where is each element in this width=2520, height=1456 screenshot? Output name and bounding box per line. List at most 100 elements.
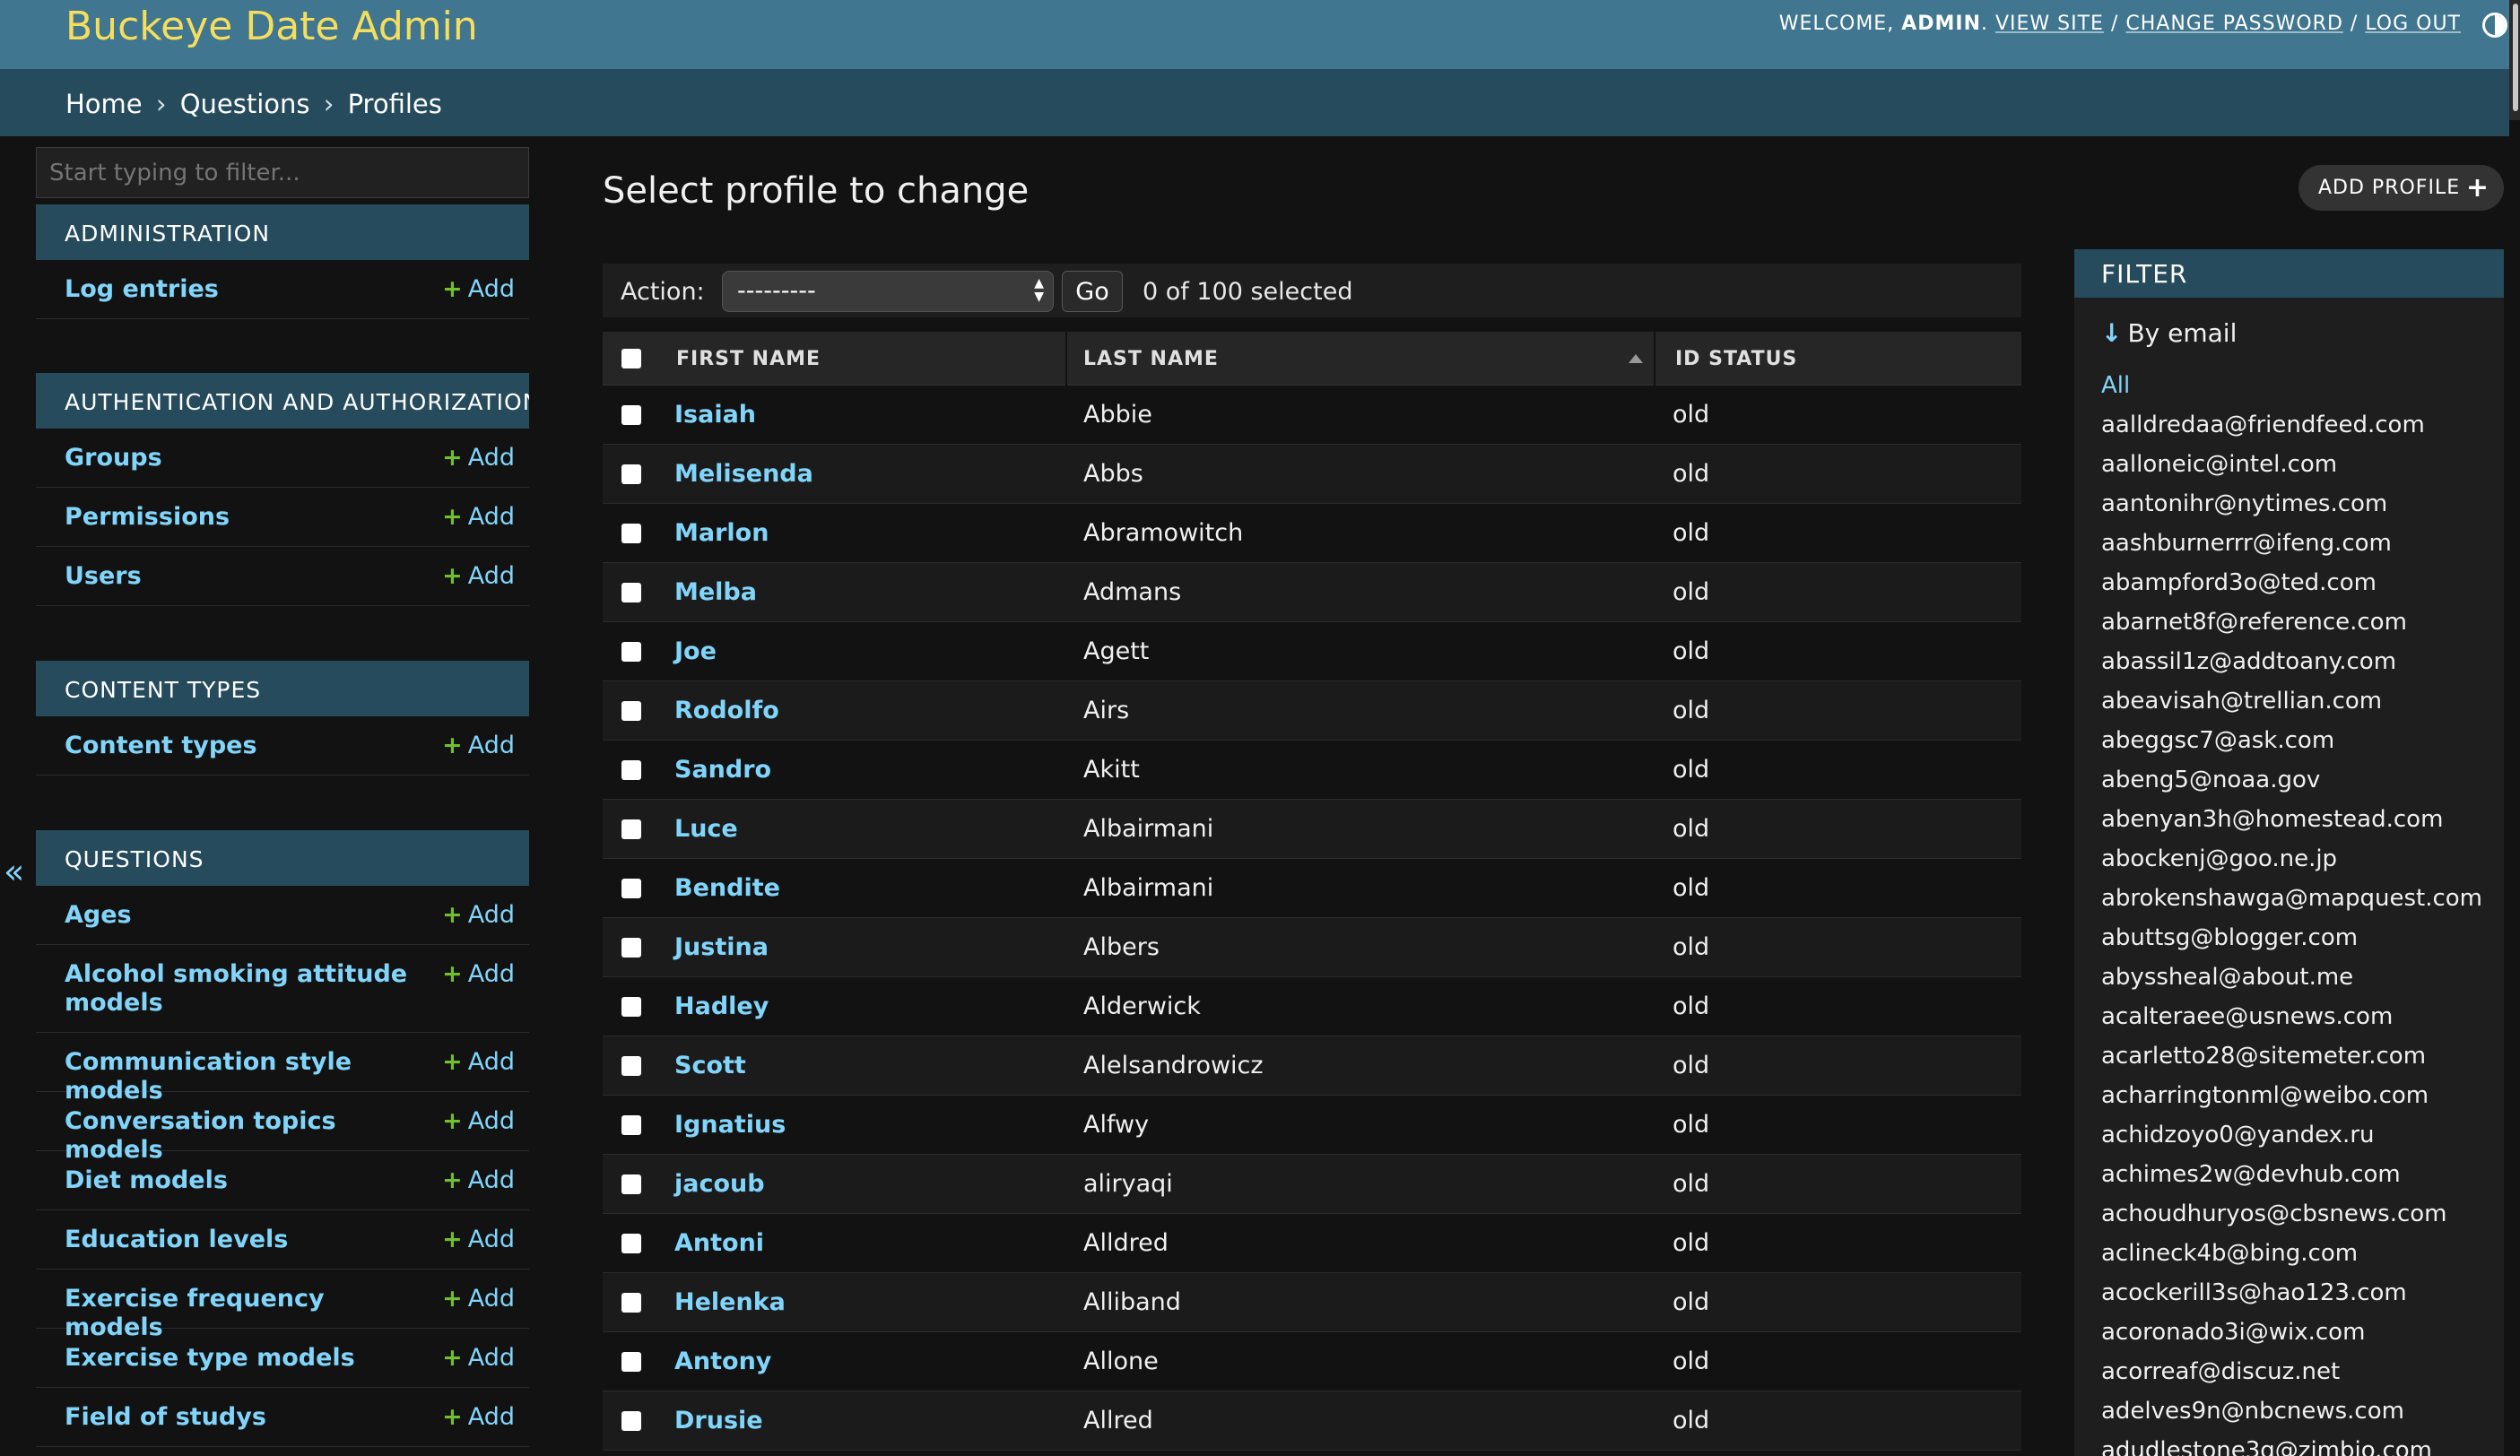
- sort-ascending-icon[interactable]: [1629, 354, 1643, 363]
- row-checkbox[interactable]: [621, 464, 641, 484]
- sidebar-model-link[interactable]: Permissions: [65, 503, 414, 532]
- row-checkbox[interactable]: [621, 1174, 641, 1194]
- first-name-link[interactable]: Antony: [674, 1348, 771, 1375]
- sidebar-add-link[interactable]: + Add: [442, 1344, 515, 1372]
- change-password-link[interactable]: CHANGE PASSWORD: [2125, 13, 2343, 35]
- filter-choice-email[interactable]: achimes2w@devhub.com: [2101, 1161, 2482, 1200]
- filter-choice-email[interactable]: aalldredaa@friendfeed.com: [2101, 412, 2482, 451]
- first-name-link[interactable]: Luce: [674, 815, 738, 843]
- filter-choice-email[interactable]: acorreaf@discuz.net: [2101, 1358, 2482, 1398]
- sidebar-add-link[interactable]: + Add: [442, 1285, 515, 1313]
- collapse-sidebar-icon[interactable]: «: [4, 852, 24, 891]
- filter-choice-email[interactable]: abeavisah@trellian.com: [2101, 688, 2482, 727]
- action-select[interactable]: --------- ▲ ▼: [722, 271, 1054, 312]
- log-out-link[interactable]: LOG OUT: [2365, 13, 2461, 35]
- sidebar-add-link[interactable]: + Add: [442, 901, 515, 929]
- filter-choice-email[interactable]: abampford3o@ted.com: [2101, 569, 2482, 609]
- row-checkbox[interactable]: [621, 997, 641, 1017]
- filter-choice-email[interactable]: abuttsg@blogger.com: [2101, 924, 2482, 964]
- sidebar-model-link[interactable]: Diet models: [65, 1166, 414, 1195]
- module-caption[interactable]: CONTENT TYPES: [36, 661, 529, 716]
- sidebar-add-link[interactable]: + Add: [442, 444, 515, 472]
- sidebar-add-link[interactable]: + Add: [442, 960, 515, 988]
- first-name-link[interactable]: Isaiah: [674, 401, 756, 429]
- first-name-link[interactable]: Joe: [674, 637, 717, 665]
- row-checkbox[interactable]: [621, 1293, 641, 1313]
- nav-filter-input[interactable]: [36, 147, 529, 198]
- first-name-link[interactable]: Bendite: [674, 874, 780, 902]
- module-caption[interactable]: QUESTIONS: [36, 830, 529, 886]
- filter-choice-email[interactable]: adelves9n@nbcnews.com: [2101, 1398, 2482, 1437]
- sidebar-add-link[interactable]: + Add: [442, 1226, 515, 1253]
- view-site-link[interactable]: VIEW SITE: [1995, 13, 2104, 35]
- filter-choice-all[interactable]: All: [2101, 372, 2482, 412]
- first-name-link[interactable]: Drusie: [674, 1407, 763, 1434]
- row-checkbox[interactable]: [621, 405, 641, 425]
- row-checkbox[interactable]: [621, 524, 641, 543]
- row-checkbox[interactable]: [621, 642, 641, 662]
- filter-choice-email[interactable]: abeng5@noaa.gov: [2101, 767, 2482, 806]
- sidebar-model-link[interactable]: Users: [65, 562, 414, 591]
- row-checkbox[interactable]: [621, 1115, 641, 1135]
- sidebar-model-link[interactable]: Field of studys: [65, 1403, 414, 1432]
- sidebar-add-link[interactable]: + Add: [442, 1166, 515, 1194]
- row-checkbox[interactable]: [621, 760, 641, 780]
- sidebar-add-link[interactable]: + Add: [442, 562, 515, 590]
- first-name-link[interactable]: Justina: [674, 933, 769, 961]
- first-name-link[interactable]: Scott: [674, 1052, 746, 1079]
- row-checkbox[interactable]: [621, 819, 641, 839]
- sidebar-add-link[interactable]: + Add: [442, 732, 515, 759]
- filter-choice-email[interactable]: abockenj@goo.ne.jp: [2101, 845, 2482, 885]
- first-name-link[interactable]: Ignatius: [674, 1111, 786, 1139]
- first-name-link[interactable]: Marlon: [674, 519, 769, 547]
- sidebar-model-link[interactable]: Ages: [65, 901, 414, 930]
- breadcrumb-questions[interactable]: Questions: [180, 89, 310, 119]
- row-checkbox[interactable]: [621, 1352, 641, 1372]
- column-header-first-name[interactable]: FIRST NAME: [676, 332, 821, 386]
- breadcrumb-home[interactable]: Home: [65, 89, 143, 119]
- filter-choice-email[interactable]: adudlestone3q@zimbio.com: [2101, 1437, 2482, 1456]
- sidebar-model-link[interactable]: Log entries: [65, 275, 414, 304]
- filter-choice-email[interactable]: abassil1z@addtoany.com: [2101, 648, 2482, 688]
- filter-choice-email[interactable]: aashburnerrr@ifeng.com: [2101, 530, 2482, 569]
- filter-choice-email[interactable]: achoudhuryos@cbsnews.com: [2101, 1200, 2482, 1240]
- filter-choice-email[interactable]: acarletto28@sitemeter.com: [2101, 1043, 2482, 1082]
- select-all-checkbox[interactable]: [621, 349, 641, 368]
- module-caption[interactable]: ADMINISTRATION: [36, 204, 529, 260]
- filter-choice-email[interactable]: achidzoyo0@yandex.ru: [2101, 1122, 2482, 1161]
- first-name-link[interactable]: Helenka: [674, 1288, 786, 1316]
- filter-choice-email[interactable]: abrokenshawga@mapquest.com: [2101, 885, 2482, 924]
- row-checkbox[interactable]: [621, 938, 641, 958]
- filter-choice-email[interactable]: abeggsc7@ask.com: [2101, 727, 2482, 767]
- sidebar-add-link[interactable]: + Add: [442, 1403, 515, 1431]
- sidebar-model-link[interactable]: Content types: [65, 732, 414, 760]
- first-name-link[interactable]: Antoni: [674, 1229, 764, 1257]
- filter-choice-email[interactable]: acoronado3i@wix.com: [2101, 1319, 2482, 1358]
- add-profile-button[interactable]: ADD PROFILE +: [2298, 165, 2504, 211]
- filter-choice-email[interactable]: acockerill3s@hao123.com: [2101, 1279, 2482, 1319]
- sidebar-add-link[interactable]: + Add: [442, 503, 515, 531]
- first-name-link[interactable]: Hadley: [674, 992, 769, 1020]
- sidebar-add-link[interactable]: + Add: [442, 1048, 515, 1076]
- row-checkbox[interactable]: [621, 583, 641, 602]
- filter-choice-email[interactable]: abenyan3h@homestead.com: [2101, 806, 2482, 845]
- first-name-link[interactable]: Sandro: [674, 756, 771, 784]
- filter-choice-email[interactable]: abarnet8f@reference.com: [2101, 609, 2482, 648]
- sidebar-model-link[interactable]: Alcohol smoking attitude models: [65, 960, 414, 1018]
- first-name-link[interactable]: Melisenda: [674, 460, 813, 488]
- sidebar-model-link[interactable]: Exercise type models: [65, 1344, 414, 1373]
- site-title[interactable]: Buckeye Date Admin: [65, 4, 478, 49]
- filter-choice-email[interactable]: aclineck4b@bing.com: [2101, 1240, 2482, 1279]
- filter-choice-email[interactable]: aalloneic@intel.com: [2101, 451, 2482, 490]
- column-header-id-status[interactable]: ID STATUS: [1675, 332, 1797, 386]
- filter-choice-email[interactable]: acharringtonml@weibo.com: [2101, 1082, 2482, 1122]
- row-checkbox[interactable]: [621, 1234, 641, 1253]
- go-button[interactable]: Go: [1062, 271, 1123, 312]
- sidebar-add-link[interactable]: + Add: [442, 275, 515, 303]
- scrollbar[interactable]: [2509, 0, 2520, 120]
- filter-by-email-toggle[interactable]: ↓ By email: [2101, 318, 2237, 348]
- row-checkbox[interactable]: [621, 1056, 641, 1076]
- column-header-last-name[interactable]: LAST NAME: [1083, 332, 1219, 386]
- row-checkbox[interactable]: [621, 1411, 641, 1431]
- theme-toggle-icon[interactable]: [2482, 13, 2507, 38]
